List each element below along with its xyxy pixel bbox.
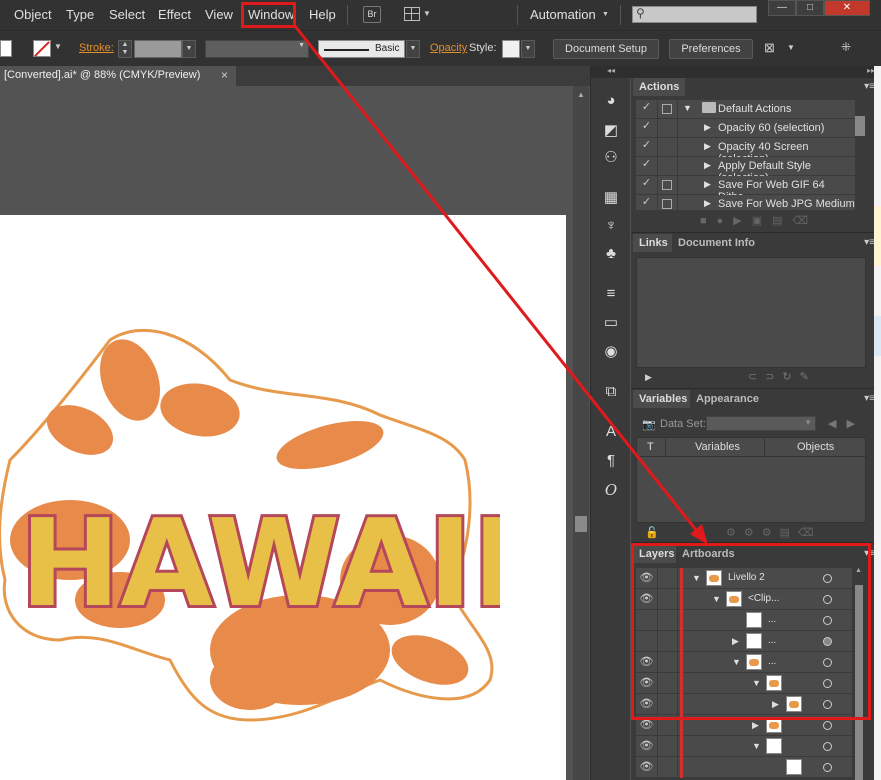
background-window-edge xyxy=(874,66,881,780)
annotation-arrow xyxy=(293,25,708,545)
